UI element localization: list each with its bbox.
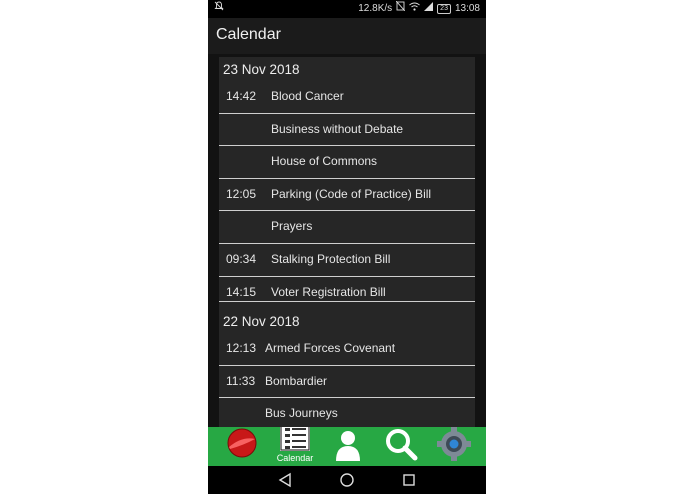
notifications-off-icon: [214, 0, 224, 18]
signal-icon: [424, 0, 434, 18]
list-item[interactable]: 12:05 Parking (Code of Practice) Bill: [219, 179, 475, 212]
clock: 13:08: [454, 3, 480, 14]
nav-calendar-button[interactable]: Calendar: [270, 419, 320, 466]
nav-calendar-label: Calendar: [276, 453, 314, 463]
item-title: Prayers: [271, 219, 313, 234]
app-bar: Calendar: [208, 18, 486, 54]
day-card: 22 Nov 2018 12:13 Armed Forces Covenant 1…: [219, 309, 475, 427]
item-time: 09:34: [226, 251, 257, 266]
system-nav-bar: [208, 466, 486, 494]
list-item[interactable]: 14:15 Voter Registration Bill: [219, 277, 475, 309]
list-item[interactable]: 12:13 Armed Forces Covenant: [219, 333, 475, 366]
list-item[interactable]: Business without Debate: [219, 114, 475, 147]
item-title: Stalking Protection Bill: [271, 251, 391, 266]
item-title: House of Commons: [271, 154, 378, 169]
list-item[interactable]: Bus Journeys: [219, 398, 475, 427]
settings-icon: [437, 427, 471, 461]
day-card: 23 Nov 2018 14:42 Blood Cancer Business w…: [219, 57, 475, 314]
battery-icon: 23: [437, 4, 451, 14]
ball-icon: [227, 428, 257, 458]
person-icon: [336, 431, 360, 461]
nav-search-button[interactable]: [381, 427, 421, 466]
nav-settings-button[interactable]: [434, 427, 474, 466]
status-bar: 12.8K/s 23 13:08: [208, 0, 486, 18]
nav-profile-button[interactable]: [330, 427, 366, 466]
item-title: Voter Registration Bill: [271, 284, 386, 299]
list-item[interactable]: 09:34 Stalking Protection Bill: [219, 244, 475, 277]
day-divider: [219, 301, 475, 302]
calendar-icon: [280, 419, 310, 451]
item-title: Blood Cancer: [271, 89, 344, 103]
item-title: Bus Journeys: [265, 406, 338, 421]
list-item[interactable]: 14:42 Blood Cancer: [219, 81, 475, 114]
search-icon: [386, 429, 418, 461]
calendar-list[interactable]: 23 Nov 2018 14:42 Blood Cancer Business w…: [208, 54, 486, 427]
phone-screen: 12.8K/s 23 13:08 Calendar 23 Nov 2018 14…: [208, 0, 486, 494]
list-item[interactable]: House of Commons: [219, 146, 475, 179]
bottom-nav: Calendar: [208, 419, 486, 466]
item-title: Parking (Code of Practice) Bill: [271, 186, 432, 201]
sim-off-icon: [395, 0, 406, 18]
item-time: 12:13: [226, 341, 257, 355]
item-title: Bombardier: [265, 373, 328, 388]
recents-icon[interactable]: [402, 472, 416, 488]
day-date: 23 Nov 2018: [223, 62, 300, 77]
day-date: 22 Nov 2018: [223, 314, 300, 329]
item-time: 14:42: [226, 89, 257, 103]
back-icon[interactable]: [278, 472, 292, 488]
network-speed: 12.8K/s: [358, 3, 393, 14]
wifi-icon: [409, 0, 420, 18]
page-title: Calendar: [216, 26, 281, 43]
item-time: 11:33: [226, 373, 256, 388]
item-title: Armed Forces Covenant: [265, 341, 396, 355]
list-item[interactable]: Prayers: [219, 211, 475, 244]
nav-ball-button[interactable]: [222, 427, 262, 466]
list-item[interactable]: 11:33 Bombardier: [219, 366, 475, 399]
item-title: Business without Debate: [271, 121, 404, 136]
item-time: 12:05: [226, 186, 257, 201]
item-time: 14:15: [226, 284, 257, 299]
home-icon[interactable]: [339, 472, 355, 488]
